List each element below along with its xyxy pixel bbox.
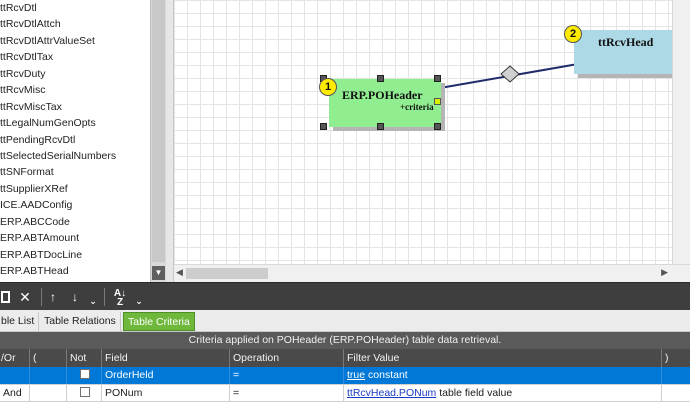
table-list-item[interactable]: ERP.ABCCode [0,214,150,230]
filter-value-link[interactable]: ttRcvHead.PONum [347,387,436,399]
cell-filter-value[interactable]: ttRcvHead.PONum table field value [344,385,662,402]
tab-strip: ble List Table Relations Table Criteria [0,310,690,332]
cell-operation[interactable]: = [230,385,344,402]
table-list-item[interactable]: ttRcvMisc [0,82,150,98]
table-list-item[interactable]: ttRcvDtl [0,0,150,16]
table-row[interactable]: And PONum = ttRcvHead.PONum table field … [0,384,690,402]
entity-number-badge: 2 [564,25,582,43]
tab-table-list[interactable]: ble List [0,312,40,331]
scroll-right-icon[interactable]: ▶ [661,267,668,278]
cell-close-paren[interactable] [662,367,690,384]
cell-open-paren[interactable] [30,367,67,384]
table-list-item[interactable]: ttSNFormat [0,164,150,180]
sort-az-icon[interactable]: A↓ Z [110,289,130,308]
column-header-and-or[interactable]: /Or [0,349,30,367]
grid-caption: Criteria applied on POHeader (ERP.POHead… [0,332,690,349]
column-header-open-paren[interactable]: ( [30,349,67,367]
toolbar-separator [104,288,105,306]
scrollbar-thumb[interactable] [186,268,268,279]
entity-ttrcvhead[interactable]: ttRcvHead 2 [560,22,690,78]
grid-header: /Or ( Not Field Operation Filter Value ) [0,349,690,367]
move-up-icon[interactable]: ↑ [46,288,60,306]
table-list-item[interactable]: ttSupplierXRef [0,181,150,197]
grid-empty-area [0,401,690,406]
table-row[interactable]: OrderHeld = true constant [0,367,690,384]
scroll-down-icon[interactable]: ▼ [152,266,165,280]
relation-canvas[interactable]: ERP.POHeader +criteria 1 ttRcvHead 2 ◀ ▶ [174,0,690,282]
column-header-filter-value[interactable]: Filter Value [344,349,662,367]
connector-handle[interactable] [434,98,441,105]
scroll-left-icon[interactable]: ◀ [176,267,183,278]
column-header-field[interactable]: Field [102,349,230,367]
cell-field[interactable]: OrderHeld [102,367,230,384]
canvas-vertical-scrollbar[interactable] [672,0,690,264]
table-list-item[interactable]: ttPendingRcvDtl [0,132,150,148]
table-list-item[interactable]: ERP.ABTDocLine [0,247,150,263]
column-header-close-paren[interactable]: ) [662,349,690,367]
cell-field[interactable]: PONum [102,385,230,402]
dropdown-chevron-icon[interactable]: ⌄ [134,292,144,310]
canvas-horizontal-scrollbar[interactable]: ◀ ▶ [174,264,690,282]
cell-operation[interactable]: = [230,367,344,384]
scrollbar-thumb[interactable] [152,0,165,262]
column-header-operation[interactable]: Operation [230,349,344,367]
tab-table-relations[interactable]: Table Relations [40,312,121,331]
entity-title: ERP.POHeader [342,88,423,102]
table-list-item[interactable]: ERP.ABTHead [0,263,150,279]
resize-handle[interactable] [320,123,327,130]
resize-handle[interactable] [377,123,384,130]
table-list-item[interactable]: ERP.ABTAmount [0,230,150,246]
cell-close-paren[interactable] [662,385,690,402]
criteria-toolbar: ✕ ↑ ↓ ⌄ A↓ Z ⌄ [0,282,690,310]
filter-value-link[interactable]: true [347,369,365,381]
cell-filter-value[interactable]: true constant [344,367,662,384]
resize-handle[interactable] [377,75,384,82]
entity-poheader[interactable]: ERP.POHeader +criteria 1 [319,75,445,133]
cell-and-or[interactable] [0,367,30,384]
cell-not[interactable] [67,385,102,402]
table-list-item[interactable]: ttRcvDtlTax [0,49,150,65]
move-down-icon[interactable]: ↓ [68,288,82,306]
not-checkbox[interactable] [80,369,90,380]
table-list-item[interactable]: ttSelectedSerialNumbers [0,148,150,164]
table-list-item[interactable]: ttLegalNumGenOpts [0,115,150,131]
table-list-scrollbar[interactable]: ▼ [150,0,166,282]
resize-handle[interactable] [434,75,441,82]
panel-splitter[interactable] [166,0,174,282]
table-list-item[interactable]: ttRcvDtlAttch [0,16,150,32]
entity-title: ttRcvHead [598,35,654,49]
column-header-not[interactable]: Not [67,349,102,367]
table-list[interactable]: ttRcvDtl ttRcvDtlAttch ttRcvDtlAttrValue… [0,0,150,282]
table-list-item[interactable]: ICE.AADConfig [0,197,150,213]
resize-handle[interactable] [434,123,441,130]
close-icon[interactable]: ✕ [17,288,33,306]
relation-diamond-icon [500,65,520,83]
cell-not[interactable] [67,367,102,384]
delete-icon[interactable] [0,288,10,306]
filter-value-type: table field value [439,387,513,399]
dropdown-chevron-icon[interactable]: ⌄ [88,292,98,310]
filter-value-type: constant [368,369,408,381]
cell-open-paren[interactable] [30,385,67,402]
table-list-item[interactable]: ttRcvDtlAttrValueSet [0,33,150,49]
table-list-item[interactable]: ttRcvDuty [0,66,150,82]
table-list-item[interactable]: ttRcvMiscTax [0,99,150,115]
tab-table-criteria[interactable]: Table Criteria [123,312,195,331]
entity-number-badge: 1 [319,78,337,96]
cell-and-or[interactable]: And [0,385,30,402]
toolbar-separator [41,288,42,306]
entity-subtitle: +criteria [400,102,434,112]
not-checkbox[interactable] [80,387,90,398]
